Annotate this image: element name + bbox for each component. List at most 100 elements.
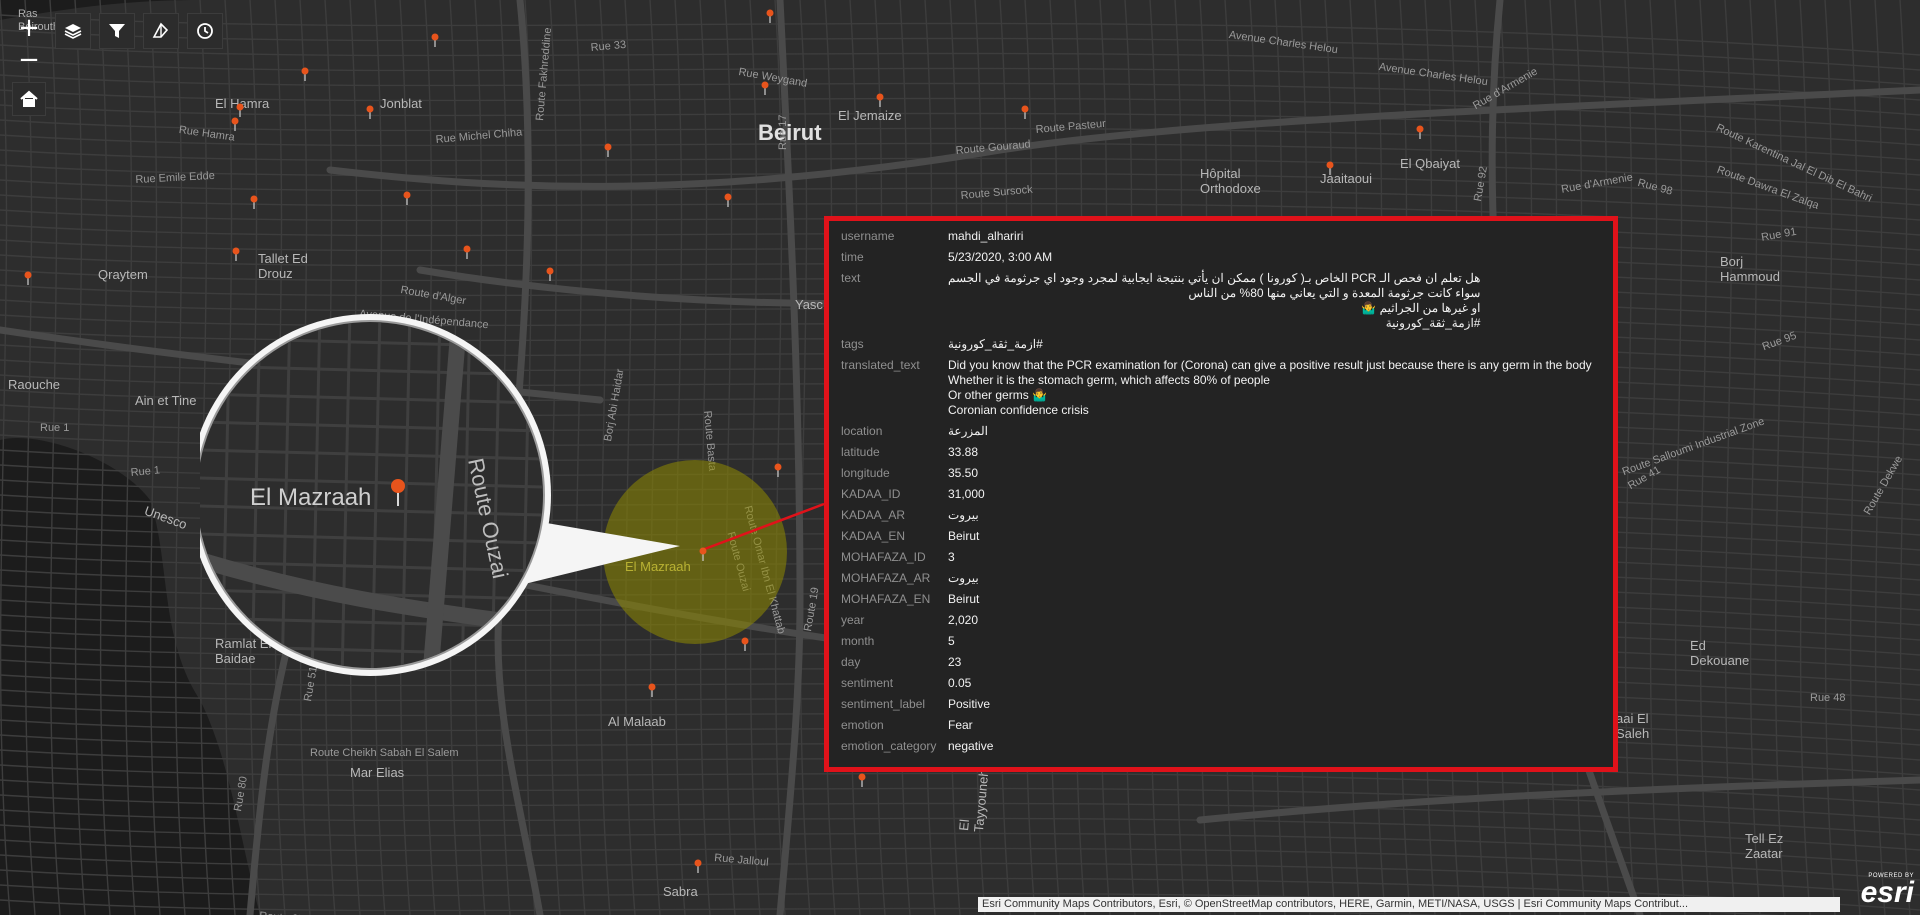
popup-field-row: sentiment_label Positive xyxy=(841,697,1601,712)
popup-field-key: emotion_category xyxy=(841,739,937,753)
popup-field-value: 0.05 xyxy=(948,676,972,690)
home-icon xyxy=(20,90,38,107)
map-attribution[interactable]: Esri Community Maps Contributors, Esri, … xyxy=(978,897,1840,912)
magnifier-lens: El Mazraah Route Omar Ibn El Khattab Rou… xyxy=(200,314,680,676)
popup-field-row: latitude 33.88 xyxy=(841,445,1601,460)
map-label: Rue 1 xyxy=(40,422,69,434)
popup-field-row: time 5/23/2020, 3:00 AM xyxy=(841,250,1601,265)
popup-field-row: sentiment 0.05 xyxy=(841,676,1601,691)
popup-field-key: longitude xyxy=(841,466,890,480)
popup-field-row: location المزرعة xyxy=(841,424,1601,439)
map-label: Al Malaab xyxy=(608,714,666,729)
popup-field-key: translated_text xyxy=(841,358,920,372)
zoom-out-button[interactable]: − xyxy=(12,44,46,76)
popup-field-row: tags #ازمة_ثقة_كورونية xyxy=(841,337,1601,352)
map-label: Jaaitaoui xyxy=(1320,171,1372,186)
popup-field-row: day 23 xyxy=(841,655,1601,670)
popup-field-key: month xyxy=(841,634,875,648)
popup-field-row: username mahdi_alhariri xyxy=(841,229,1601,244)
map-label: Tell Ez Zaatar xyxy=(1745,831,1783,861)
map-label: Mar Elias xyxy=(350,765,405,780)
clock-icon xyxy=(197,23,213,39)
popup-field-row: KADAA_EN Beirut xyxy=(841,529,1601,544)
map-label: Ain et Tine xyxy=(135,393,196,408)
popup-field-value: Did you know that the PCR examination fo… xyxy=(948,358,1592,417)
popup-field-key: sentiment_label xyxy=(841,697,926,711)
popup-field-key: text xyxy=(841,271,861,285)
measure-button[interactable] xyxy=(143,13,179,49)
popup-field-value: 23 xyxy=(948,655,962,669)
popup-field-key: location xyxy=(841,424,883,438)
map-label: Yasc xyxy=(795,297,823,312)
popup-field-value: هل تعلم ان فحص الـ PCR الخاص بـ( كورونا … xyxy=(948,271,1481,330)
map-label: Sabra xyxy=(663,884,698,899)
popup-field-value: Fear xyxy=(948,718,973,732)
popup-field-row: MOHAFAZA_ID 3 xyxy=(841,550,1601,565)
popup-field-value: mahdi_alhariri xyxy=(948,229,1024,243)
popup-field-key: emotion xyxy=(841,718,884,732)
popup-field-value: negative xyxy=(948,739,994,753)
home-button[interactable] xyxy=(12,82,46,116)
popup-field-value: 5/23/2020, 3:00 AM xyxy=(948,250,1053,264)
popup-field-key: MOHAFAZA_AR xyxy=(841,571,931,585)
layers-icon xyxy=(64,24,82,39)
popup-field-value: Beirut xyxy=(948,592,980,606)
map-label: El Jemaize xyxy=(838,108,902,123)
popup-field-key: sentiment xyxy=(841,676,894,690)
map-label: Beirut xyxy=(758,120,822,145)
lens-label-mazraah: El Mazraah xyxy=(250,484,371,511)
popup-field-key: latitude xyxy=(841,445,880,459)
popup-field-row: emotion Fear xyxy=(841,718,1601,733)
popup-field-value: 31,000 xyxy=(948,487,985,501)
popup-field-row: MOHAFAZA_EN Beirut xyxy=(841,592,1601,607)
time-slider-button[interactable] xyxy=(187,13,223,49)
popup-field-row: text هل تعلم ان فحص الـ PCR الخاص بـ( كور… xyxy=(841,271,1601,331)
layers-button[interactable] xyxy=(55,13,91,49)
filter-icon xyxy=(109,24,125,38)
map-label: Jonblat xyxy=(380,96,422,111)
popup-field-key: KADAA_AR xyxy=(841,508,906,522)
map-label: Raouche xyxy=(8,377,60,392)
popup-field-value: بيروت xyxy=(948,508,979,522)
popup-field-row: translated_text Did you know that the PCR… xyxy=(841,358,1601,418)
popup-field-value: 3 xyxy=(948,550,955,564)
map-label: aai El Saleh xyxy=(1616,711,1649,741)
popup-field-row: month 5 xyxy=(841,634,1601,649)
popup-field-row: MOHAFAZA_AR بيروت xyxy=(841,571,1601,586)
popup-field-key: time xyxy=(841,250,864,264)
esri-logo[interactable]: POWERED BY esri xyxy=(1860,873,1914,909)
popup-field-row: KADAA_ID 31,000 xyxy=(841,487,1601,502)
map-label: El Qbaiyat xyxy=(1400,156,1460,171)
popup-field-key: KADAA_EN xyxy=(841,529,906,543)
popup-field-value: 35.50 xyxy=(948,466,979,480)
map-label: Rue 1 xyxy=(130,464,160,479)
popup-field-row: year 2,020 xyxy=(841,613,1601,628)
popup-field-row: KADAA_AR بيروت xyxy=(841,508,1601,523)
popup-field-key: MOHAFAZA_ID xyxy=(841,550,926,564)
popup-field-value: #ازمة_ثقة_كورونية xyxy=(948,337,1043,351)
popup-field-value: بيروت xyxy=(948,571,979,585)
zoom-in-button[interactable]: + xyxy=(12,12,46,44)
popup-field-value: Positive xyxy=(948,697,991,711)
popup-field-key: MOHAFAZA_EN xyxy=(841,592,931,606)
popup-field-key: day xyxy=(841,655,861,669)
popup-field-value: Beirut xyxy=(948,529,980,543)
popup-field-value: 5 xyxy=(948,634,955,648)
popup-field-key: year xyxy=(841,613,865,627)
popup-field-key: tags xyxy=(841,337,864,351)
popup-field-value: 2,020 xyxy=(948,613,979,627)
map-label: Rue 48 xyxy=(1810,692,1845,704)
map-label: Route Cheikh Sabah El Salem xyxy=(310,747,459,759)
popup-field-row: longitude 35.50 xyxy=(841,466,1601,481)
esri-brand: esri xyxy=(1860,876,1914,909)
map-label: Qraytem xyxy=(98,267,148,282)
popup-field-key: KADAA_ID xyxy=(841,487,901,501)
popup-field-row: emotion_category negative xyxy=(841,739,1601,754)
measure-icon xyxy=(152,22,169,38)
feature-popup[interactable]: username mahdi_alhariritime 5/23/2020, 3:0… xyxy=(824,216,1618,772)
filter-button[interactable] xyxy=(99,13,135,49)
map-label: Rue 17 xyxy=(777,115,789,150)
popup-field-key: username xyxy=(841,229,895,243)
popup-field-value: المزرعة xyxy=(948,424,988,438)
popup-field-value: 33.88 xyxy=(948,445,979,459)
